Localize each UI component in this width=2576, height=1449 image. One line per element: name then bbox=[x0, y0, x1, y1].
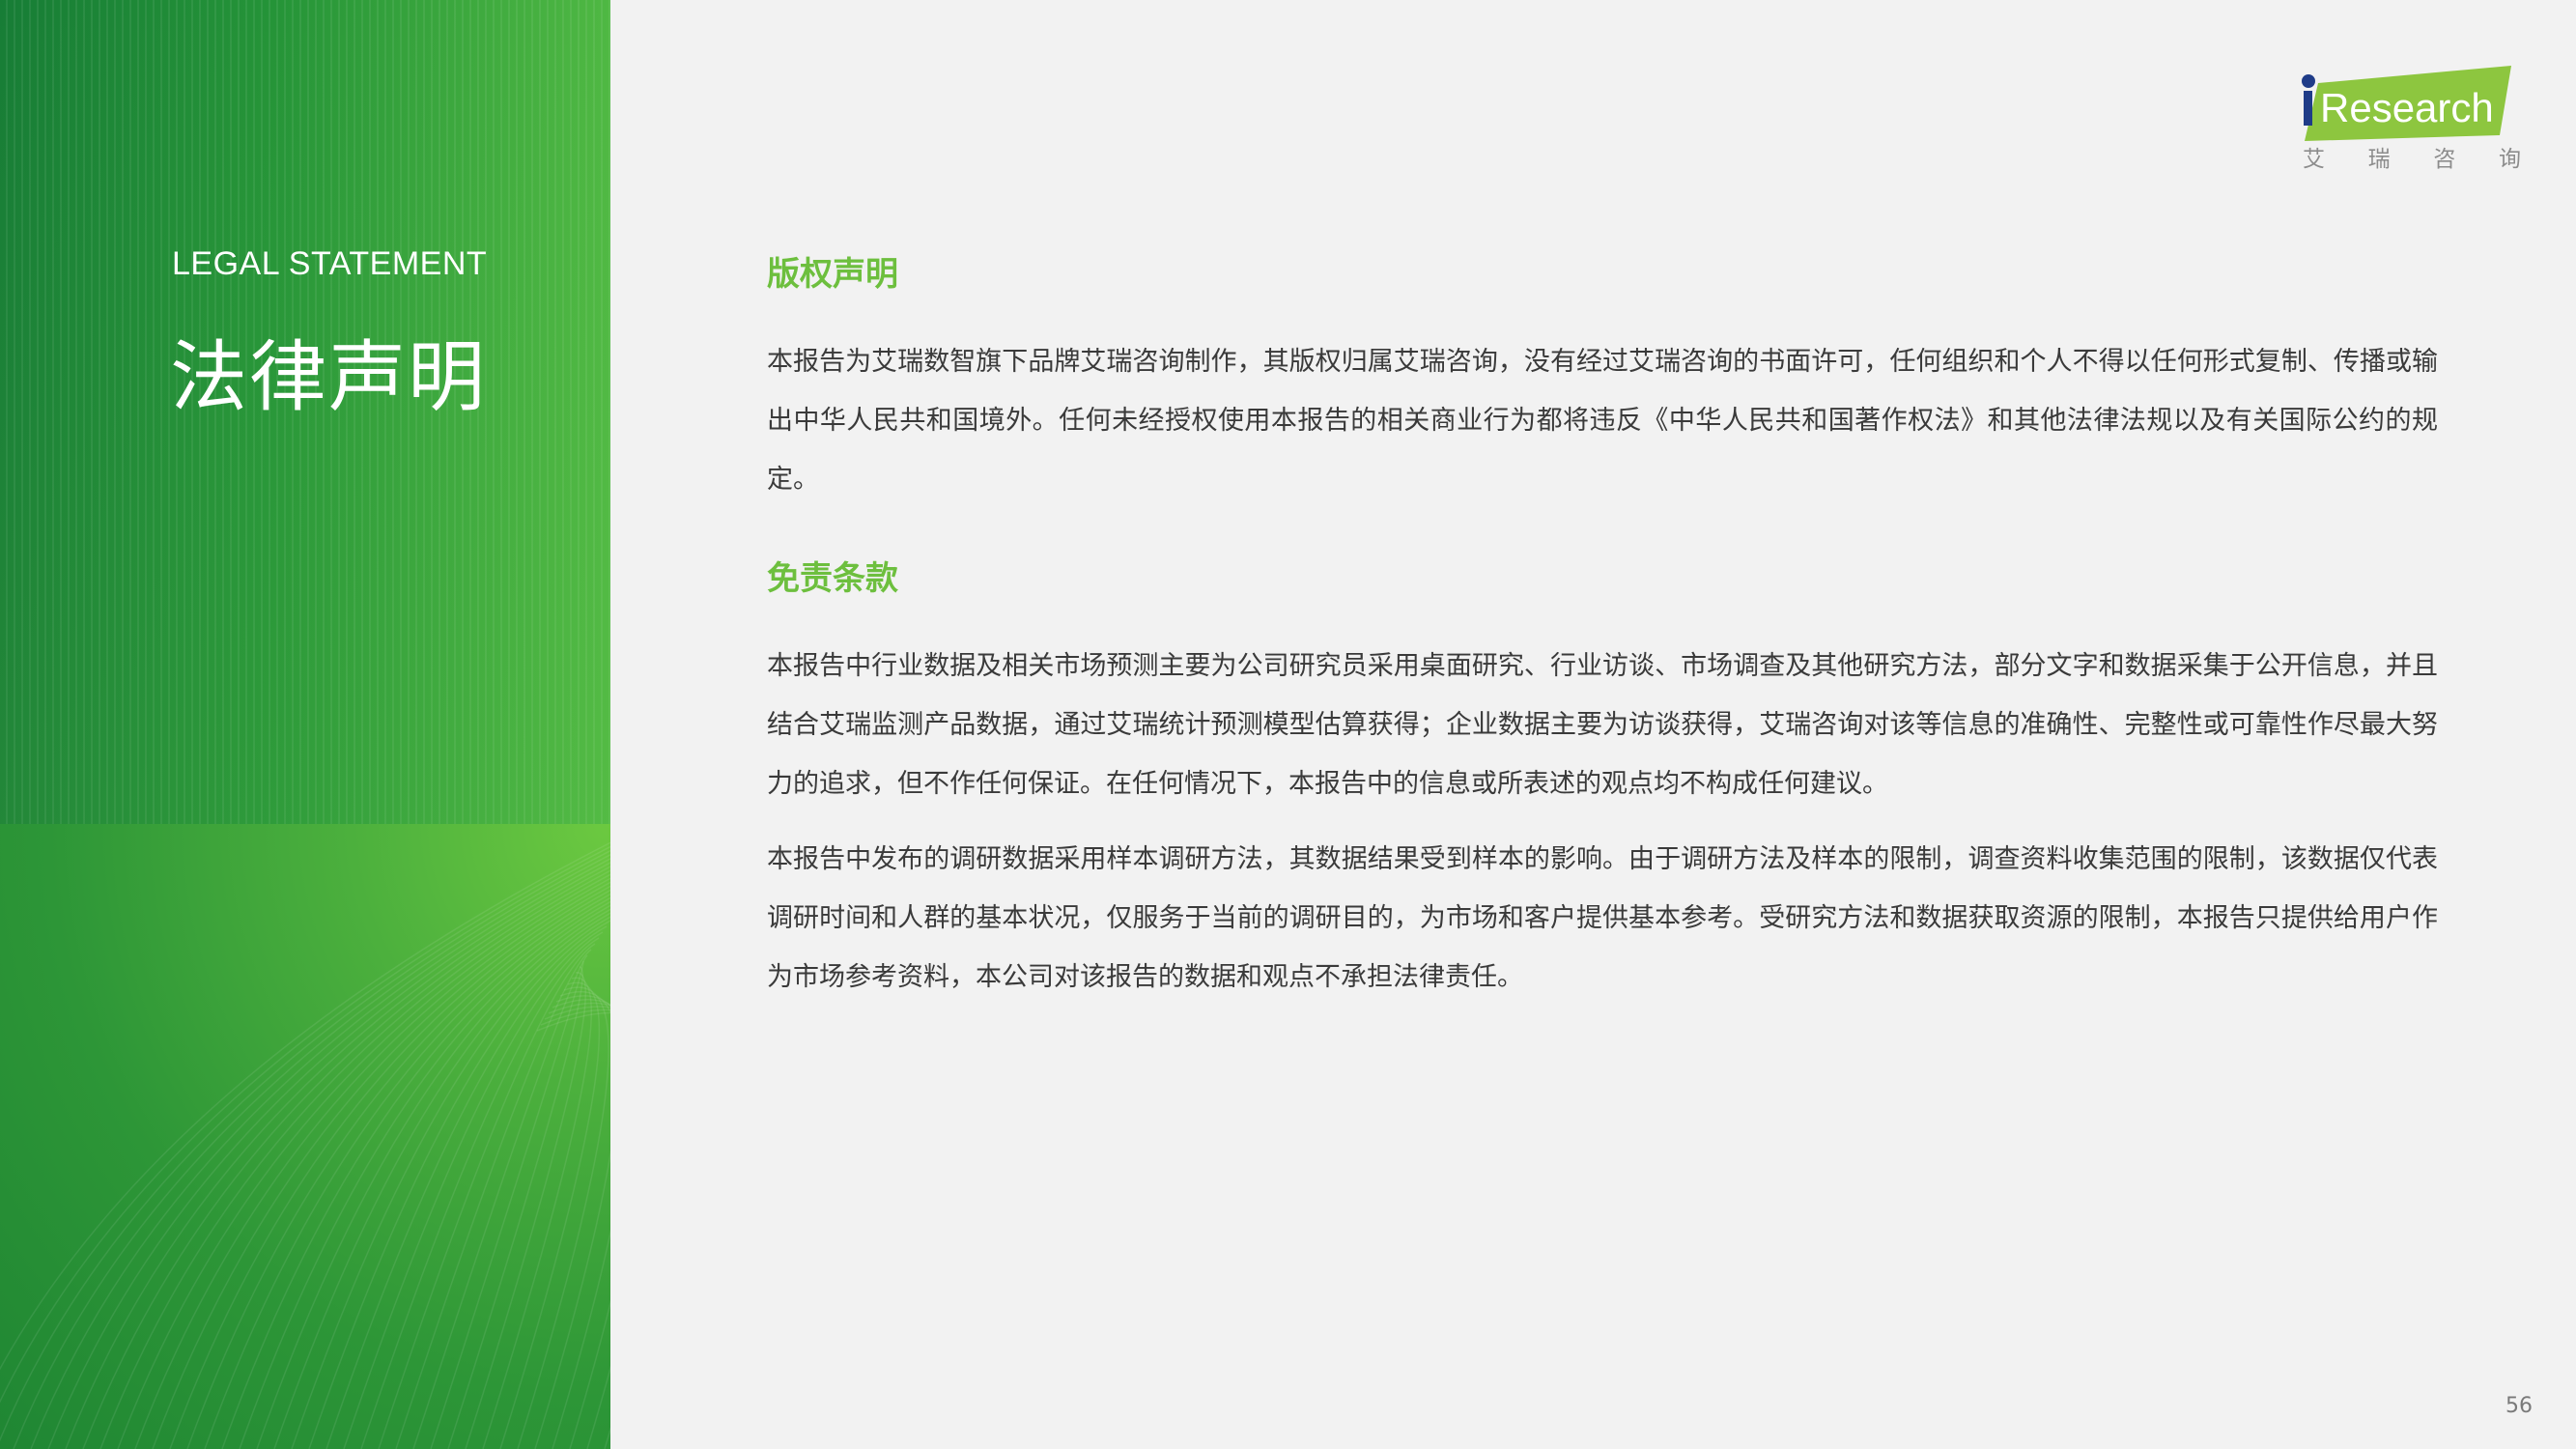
logo-sub-char: 瑞 bbox=[2367, 147, 2391, 172]
slide: LEGAL STATEMENT 法律声明 Research 艾 瑞 咨 询 版权… bbox=[0, 0, 2576, 1449]
content-area: 版权声明 本报告为艾瑞数智旗下品牌艾瑞咨询制作，其版权归属艾瑞咨询，没有经过艾瑞… bbox=[767, 253, 2438, 1007]
logo-subtitle: 艾 瑞 咨 询 bbox=[2303, 140, 2521, 173]
disclaimer-paragraph-2: 本报告中发布的调研数据采用样本调研方法，其数据结果受到样本的影响。由于调研方法及… bbox=[767, 844, 2438, 992]
logo-i-stem bbox=[2304, 91, 2312, 126]
logo-wordmark: Research bbox=[2320, 85, 2494, 130]
logo-sub-char: 询 bbox=[2498, 147, 2521, 172]
logo-sub-char: 咨 bbox=[2433, 147, 2456, 172]
left-panel-bottom-pattern bbox=[0, 824, 610, 1449]
page-number: 56 bbox=[2505, 1394, 2533, 1418]
curve-lines-decoration bbox=[0, 841, 610, 1449]
logo-dot-icon bbox=[2302, 74, 2315, 88]
legal-statement-cn-title: 法律声明 bbox=[170, 332, 487, 422]
copyright-paragraph: 本报告为艾瑞数智旗下品牌艾瑞咨询制作，其版权归属艾瑞咨询，没有经过艾瑞咨询的书面… bbox=[767, 347, 2438, 495]
section-title-disclaimer: 免责条款 bbox=[767, 559, 898, 598]
legal-statement-en-title: LEGAL STATEMENT bbox=[172, 245, 488, 282]
disclaimer-paragraph-1: 本报告中行业数据及相关市场预测主要为公司研究员采用桌面研究、行业访谈、市场调查及… bbox=[767, 651, 2438, 799]
section-title-copyright: 版权声明 bbox=[767, 255, 898, 294]
logo-sub-char: 艾 bbox=[2303, 147, 2325, 172]
left-panel: LEGAL STATEMENT 法律声明 bbox=[0, 0, 610, 1449]
